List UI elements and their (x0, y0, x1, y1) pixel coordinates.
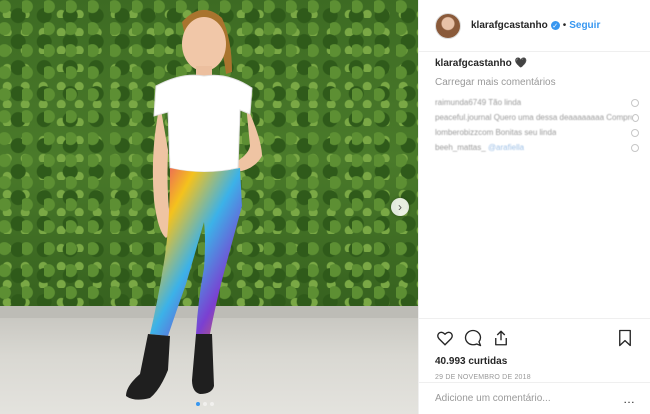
carousel-dot (203, 402, 207, 406)
person-figure (126, 9, 262, 400)
comment-row: beeh_mattas_ @arafiella (435, 140, 639, 155)
verified-icon: ✓ (550, 21, 560, 30)
comment-text: raimunda6749 Tão linda (435, 98, 522, 107)
post-photo[interactable]: › (0, 0, 418, 414)
more-options-icon[interactable]: … (623, 392, 635, 406)
actions-bar: 40.993 curtidas 29 de novembro de 2018 (419, 318, 650, 381)
caption-author[interactable]: klarafgcastanho (435, 58, 512, 69)
avatar[interactable] (435, 12, 461, 39)
comment-like-icon[interactable] (631, 113, 639, 122)
comments-section: klarafgcastanho 🖤 Carregar mais comentár… (435, 58, 639, 155)
comment-row: peaceful.journal Quero uma dessa deaaaaa… (435, 110, 639, 125)
likes-count[interactable]: 40.993 curtidas (435, 356, 635, 367)
heart-icon[interactable] (435, 328, 455, 348)
post-caption: klarafgcastanho 🖤 (435, 58, 639, 69)
comment-text: beeh_mattas_ @arafiella (435, 143, 524, 152)
load-more-comments-button[interactable]: Carregar mais comentários (435, 77, 639, 88)
comment-like-icon[interactable] (631, 98, 639, 107)
comment-author: beeh_mattas_ (435, 143, 486, 152)
comment-text: lomberobizzcom Bonitas seu linda (435, 128, 557, 137)
follow-button[interactable]: Seguir (569, 20, 600, 31)
add-comment-bar: … (419, 382, 650, 414)
header-separator: • (562, 20, 567, 31)
author-username[interactable]: klarafgcastanho (471, 20, 548, 31)
share-icon[interactable] (491, 328, 511, 348)
carousel-dot-active (196, 402, 200, 406)
comment-input[interactable] (435, 393, 623, 404)
post-date: 29 de novembro de 2018 (435, 374, 531, 381)
comment-row: lomberobizzcom Bonitas seu linda (435, 125, 639, 140)
comment-mention[interactable]: @arafiella (488, 143, 524, 152)
comment-row: raimunda6749 Tão linda (435, 95, 639, 110)
post-header: klarafgcastanho ✓ • Seguir (419, 0, 650, 52)
comment-icon[interactable] (463, 328, 483, 348)
carousel-dot (210, 402, 214, 406)
instagram-post: › klarafgcastanho ✓ • Seguir klarafgcast… (0, 0, 650, 414)
comment-like-icon[interactable] (631, 143, 639, 152)
caption-text: 🖤 (514, 58, 527, 69)
carousel-dots (196, 402, 214, 406)
comment-like-icon[interactable] (631, 128, 639, 137)
next-arrow-icon: › (398, 200, 402, 214)
post-side-panel: klarafgcastanho ✓ • Seguir klarafgcastan… (418, 0, 650, 414)
comment-text: peaceful.journal Quero uma dessa deaaaaa… (435, 113, 632, 122)
bookmark-icon[interactable] (615, 328, 635, 348)
action-icons-row (435, 325, 635, 351)
next-photo-button[interactable]: › (391, 198, 409, 216)
